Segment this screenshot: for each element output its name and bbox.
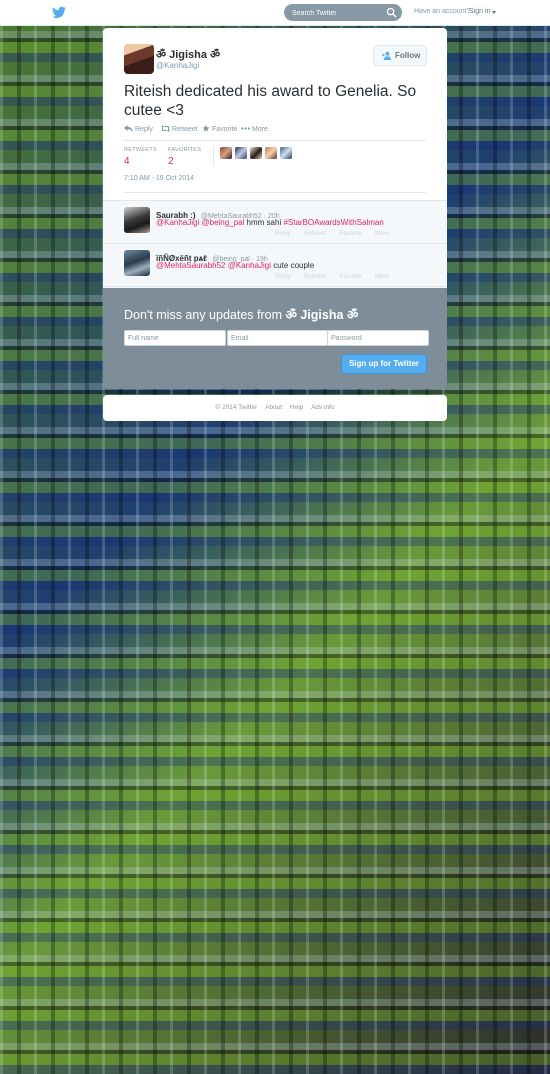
more-label: More: [252, 126, 268, 133]
more-action[interactable]: More: [375, 231, 389, 237]
reply-icon: [124, 125, 133, 132]
star-icon: [202, 125, 210, 132]
reply-body-text: hmm sahi: [244, 218, 284, 227]
reply-actions: Reply Retweet Favorite More: [275, 274, 401, 280]
fullname-field[interactable]: [124, 330, 226, 346]
retweet-action[interactable]: Retweet: [304, 231, 326, 237]
favoriter-avatar[interactable]: [280, 147, 292, 159]
help-link[interactable]: Help: [290, 404, 303, 411]
avatar[interactable]: [124, 44, 154, 74]
add-user-icon: [382, 51, 391, 60]
replies-list: Saurabh :) @MehtaSaurabh52 · 20h @KanhaJ…: [103, 200, 447, 289]
follow-label: Follow: [395, 51, 421, 60]
signup-button[interactable]: Sign up for Twitter: [341, 354, 427, 374]
favoriter-avatar[interactable]: [220, 147, 232, 159]
favorite-action[interactable]: Favorite: [340, 274, 362, 280]
sign-in-link[interactable]: Sign in: [469, 8, 490, 15]
mention-link[interactable]: @KanhaJigi: [228, 261, 271, 270]
reply-text: @MehtaSaurabh52 @KanhaJigi cute couple: [156, 261, 314, 270]
reply-item[interactable]: Saurabh :) @MehtaSaurabh52 · 20h @KanhaJ…: [103, 201, 447, 244]
top-bar: Have an account? Sign in: [0, 0, 550, 26]
favorite-action[interactable]: Favorite: [202, 125, 237, 133]
avatar[interactable]: [124, 207, 150, 233]
hashtag-link[interactable]: #StarBOAwardsWithSalman: [283, 218, 383, 227]
reply-body-text: cute couple: [271, 261, 315, 270]
reply-action[interactable]: Reply: [124, 125, 153, 133]
reply-actions: Reply Retweet Favorite More: [275, 231, 401, 237]
about-link[interactable]: About: [265, 404, 282, 411]
caret-down-icon[interactable]: [492, 11, 496, 14]
copyright-text: © 2014 Twitter: [215, 404, 258, 411]
avatar[interactable]: [124, 250, 150, 276]
retweet-action[interactable]: Retweet: [304, 274, 326, 280]
favoriter-avatar[interactable]: [235, 147, 247, 159]
retweets-label: RETWEETS: [124, 147, 157, 153]
reply-action[interactable]: Reply: [275, 231, 290, 237]
tweet-stats: RETWEETS 4 FAVORITES 2: [124, 140, 426, 193]
favoriter-avatar[interactable]: [250, 147, 262, 159]
mention-link[interactable]: @MehtaSaurabh52: [156, 261, 226, 270]
signup-title-name: ॐ Jigisha ॐ: [285, 308, 359, 322]
more-dots-icon: [241, 127, 250, 130]
retweet-icon: [161, 125, 170, 132]
ads-info-link[interactable]: Ads info: [311, 404, 335, 411]
signup-panel: Don't miss any updates from ॐ Jigisha ॐ …: [103, 288, 447, 389]
mention-link[interactable]: @being_pal: [202, 218, 245, 227]
retweet-action[interactable]: Retweet: [161, 125, 198, 133]
mention-link[interactable]: @KanhaJigi: [156, 218, 199, 227]
follow-button[interactable]: Follow: [373, 45, 427, 66]
have-account-text: Have an account?: [414, 8, 471, 15]
signup-title: Don't miss any updates from ॐ Jigisha ॐ: [124, 306, 358, 323]
footer: © 2014 Twitter About Help Ads info: [103, 395, 447, 421]
signup-title-prefix: Don't miss any updates from: [124, 308, 286, 322]
footer-links: © 2014 Twitter About Help Ads info: [103, 404, 447, 411]
search-input[interactable]: [290, 6, 389, 21]
email-field[interactable]: [227, 330, 329, 346]
favorite-action[interactable]: Favorite: [340, 231, 362, 237]
author-fullname[interactable]: ॐ Jigisha ॐ: [156, 47, 220, 62]
tweet-text: Riteish dedicated his award to Genelia. …: [124, 83, 417, 119]
favoriter-avatar[interactable]: [265, 147, 277, 159]
favorites-label: FAVORITES: [168, 147, 202, 153]
twitter-bird-icon[interactable]: [52, 6, 66, 19]
retweets-count[interactable]: 4: [124, 156, 130, 167]
stats-divider: [213, 146, 214, 166]
more-action[interactable]: More: [375, 274, 389, 280]
favorites-count[interactable]: 2: [168, 156, 174, 167]
reply-item[interactable]: ïñÑØxëñt pѧℓ @being_pal · 19h @MehtaSaur…: [103, 244, 447, 287]
favorite-label: Favorite: [212, 126, 238, 133]
more-action[interactable]: More: [241, 125, 268, 133]
search-icon[interactable]: [386, 7, 397, 18]
reply-action[interactable]: Reply: [275, 274, 290, 280]
tweet-card: ॐ Jigisha ॐ @KanhaJigi Follow Riteish de…: [103, 28, 447, 200]
retweet-label: Retweet: [172, 126, 198, 133]
password-field[interactable]: [327, 330, 429, 346]
search-box: [284, 4, 402, 21]
tweet-timestamp[interactable]: 7:10 AM - 19 Oct 2014: [124, 175, 194, 182]
author-username[interactable]: @KanhaJigi: [156, 61, 199, 70]
reply-text: @KanhaJigi @being_pal hmm sahi #StarBOAw…: [156, 218, 384, 227]
reply-label: Reply: [135, 126, 153, 133]
